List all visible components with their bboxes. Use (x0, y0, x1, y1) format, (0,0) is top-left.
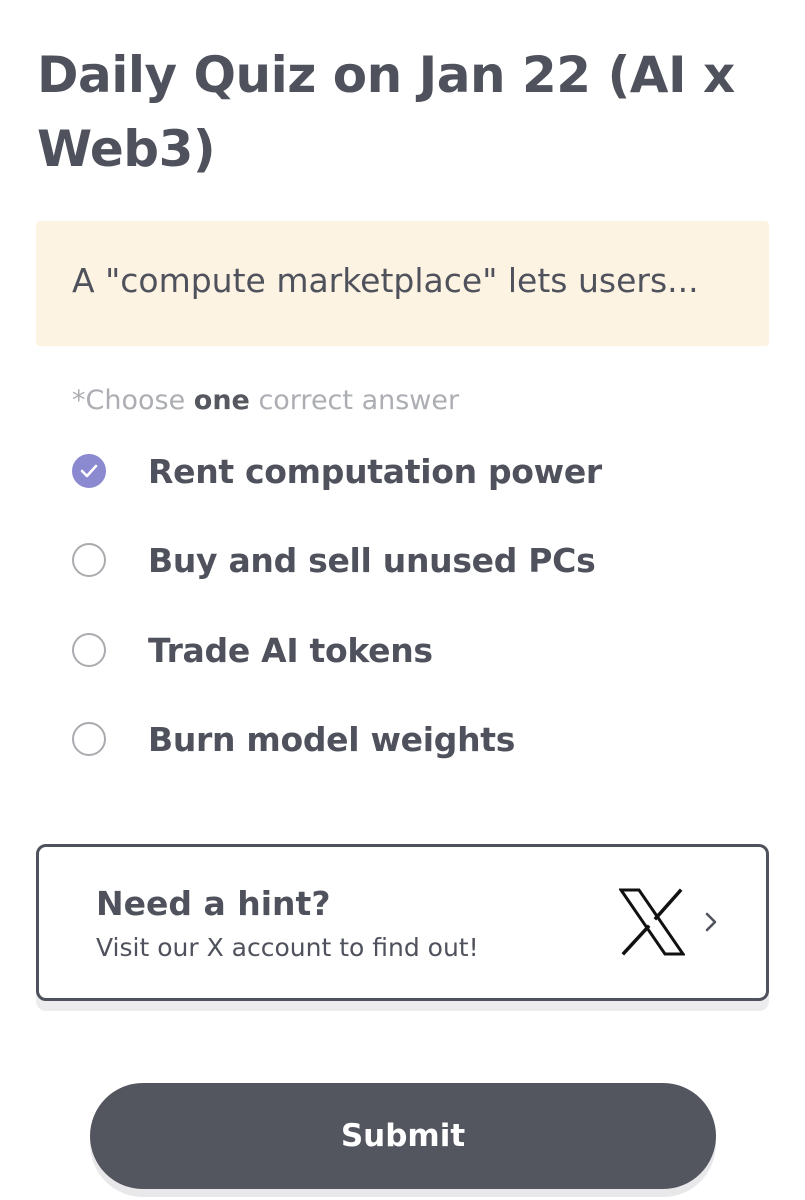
radio-unchecked-icon[interactable] (72, 633, 106, 667)
instruction-suffix: correct answer (249, 385, 460, 416)
hint-title: Need a hint? (96, 884, 331, 923)
checkmark-icon (80, 464, 98, 478)
radio-unchecked-icon[interactable] (72, 543, 106, 577)
answer-option-label: Rent computation power (148, 451, 602, 491)
instruction-prefix: *Choose (72, 385, 194, 416)
answer-option-2[interactable]: Buy and sell unused PCs (72, 537, 596, 583)
instruction-text: *Choose one correct answer (72, 385, 459, 416)
hint-subtitle: Visit our X account to find out! (96, 933, 479, 962)
hint-card[interactable]: Need a hint? Visit our X account to find… (36, 844, 769, 1001)
answer-option-4[interactable]: Burn model weights (72, 716, 515, 762)
answer-option-label: Buy and sell unused PCs (148, 540, 596, 580)
question-box: A "compute marketplace" lets users... (36, 221, 769, 346)
x-logo-icon (619, 888, 685, 956)
submit-button[interactable]: Submit (90, 1083, 716, 1189)
answer-option-label: Burn model weights (148, 719, 516, 759)
answer-option-label: Trade AI tokens (148, 630, 433, 670)
instruction-emphasis: one (193, 385, 250, 416)
radio-unchecked-icon[interactable] (72, 722, 106, 756)
chevron-right-icon[interactable] (704, 911, 718, 933)
question-text: A "compute marketplace" lets users... (72, 261, 699, 300)
answer-option-3[interactable]: Trade AI tokens (72, 627, 433, 673)
answer-option-1[interactable]: Rent computation power (72, 448, 602, 494)
page-title: Daily Quiz on Jan 22 (AI x Web3) (37, 46, 735, 178)
radio-checked-icon[interactable] (72, 454, 106, 488)
